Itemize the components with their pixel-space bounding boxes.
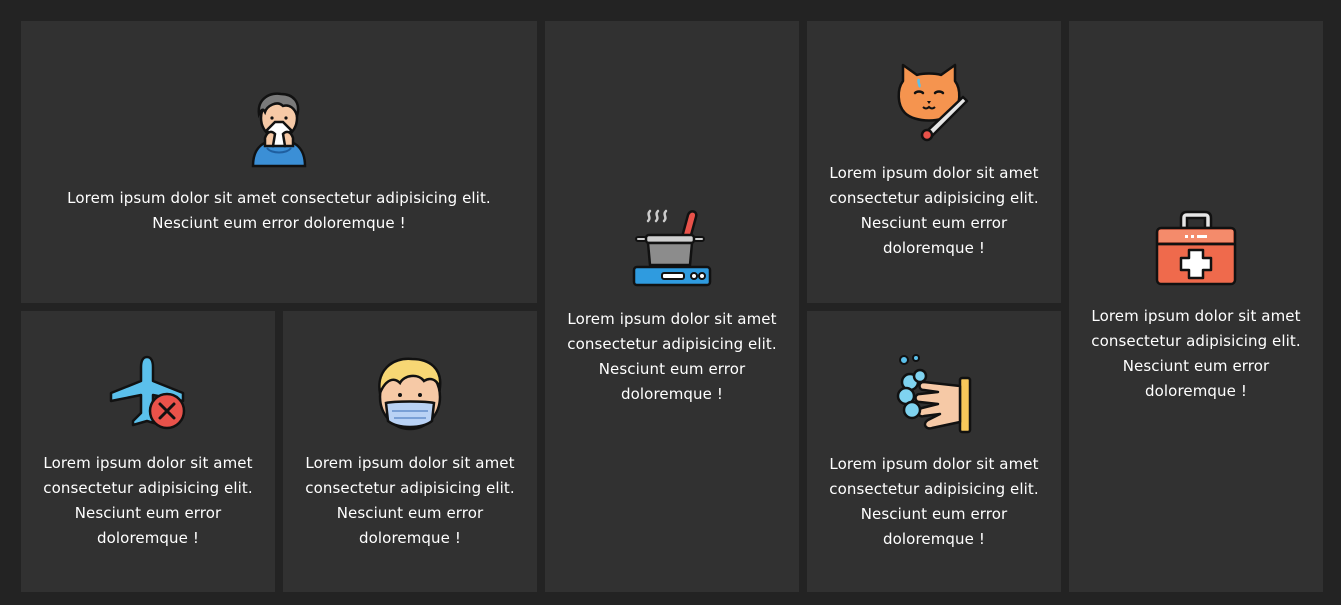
- card-grid: Lorem ipsum dolor sit amet consectetur a…: [21, 21, 1323, 592]
- card-text: Lorem ipsum dolor sit amet consectetur a…: [67, 189, 491, 232]
- card-text: Lorem ipsum dolor sit amet consectetur a…: [43, 453, 253, 547]
- card-text: Lorem ipsum dolor sit amet consectetur a…: [1091, 306, 1301, 400]
- hand-washing-icon: [896, 353, 972, 433]
- first-aid-kit-icon: [1155, 210, 1237, 285]
- card-sneezing: Lorem ipsum dolor sit amet consectetur a…: [21, 21, 537, 303]
- face-mask-person-icon: [378, 357, 442, 430]
- sick-cat-thermometer-icon: [897, 63, 969, 142]
- card-face-mask: Lorem ipsum dolor sit amet consectetur a…: [283, 311, 537, 592]
- cancelled-flight-icon: [109, 355, 186, 429]
- cooking-pot-stove-icon: [632, 209, 712, 286]
- card-sick-cat: Lorem ipsum dolor sit amet consectetur a…: [807, 21, 1061, 303]
- card-cooking: Lorem ipsum dolor sit amet consectetur a…: [545, 21, 799, 592]
- sneezing-person-icon: [251, 92, 307, 168]
- card-cancelled-flight: Lorem ipsum dolor sit amet consectetur a…: [21, 311, 275, 592]
- card-hand-washing: Lorem ipsum dolor sit amet consectetur a…: [807, 311, 1061, 592]
- card-text: Lorem ipsum dolor sit amet consectetur a…: [567, 309, 777, 403]
- card-text: Lorem ipsum dolor sit amet consectetur a…: [829, 164, 1039, 257]
- card-first-aid-kit: Lorem ipsum dolor sit amet consectetur a…: [1069, 21, 1323, 592]
- card-text: Lorem ipsum dolor sit amet consectetur a…: [305, 453, 515, 547]
- card-text: Lorem ipsum dolor sit amet consectetur a…: [829, 454, 1039, 548]
